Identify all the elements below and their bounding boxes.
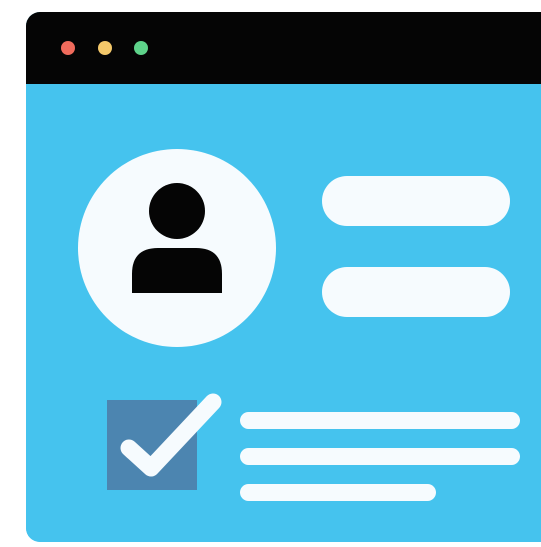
browser-window: [26, 12, 541, 542]
text-line: [240, 484, 436, 501]
text-line: [240, 412, 520, 429]
user-silhouette-icon: [132, 183, 222, 293]
profile-field-name[interactable]: [322, 176, 510, 226]
text-line: [240, 448, 520, 465]
minimize-window-dot[interactable]: [98, 41, 112, 55]
avatar: [78, 149, 276, 347]
close-window-dot[interactable]: [61, 41, 75, 55]
window-titlebar: [26, 12, 541, 84]
maximize-window-dot[interactable]: [134, 41, 148, 55]
profile-card: [26, 84, 541, 542]
checkmark-icon: [120, 393, 222, 477]
agree-checkbox[interactable]: [107, 393, 222, 490]
profile-field-detail[interactable]: [322, 267, 510, 317]
